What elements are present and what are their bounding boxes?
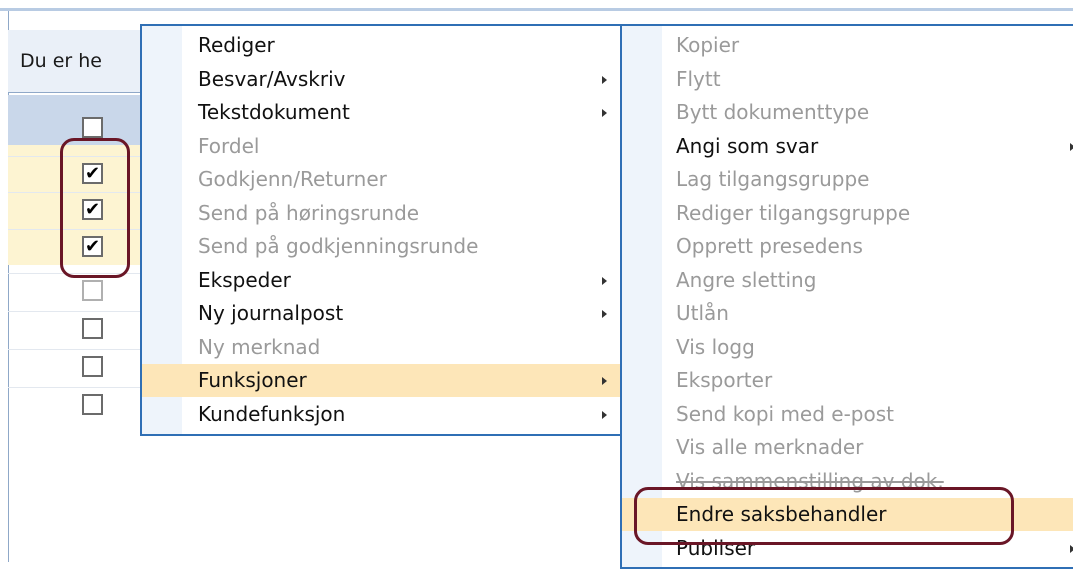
menu-item-label: Ny journalpost [198, 301, 344, 325]
menu-item-ny-journalpost[interactable]: Ny journalpost [142, 297, 623, 330]
menu-item-label: Tekstdokument [198, 100, 350, 124]
submenu-item-flytt[interactable]: Flytt [622, 63, 1073, 96]
submenu-item-angi-som-svar[interactable]: Angi som svar [622, 130, 1073, 163]
submenu-item-endre-saksbehandler[interactable]: Endre saksbehandler [622, 498, 1073, 531]
menu-item-funksjoner[interactable]: Funksjoner [142, 364, 623, 397]
window-top-strip [0, 0, 1073, 8]
menu-item-label: Godkjenn/Returner [198, 167, 387, 191]
submenu-item-vis-sammenstilling-av-dok[interactable]: Vis sammenstilling av dok. [622, 465, 1073, 498]
breadcrumb-text: Du er he [20, 50, 102, 72]
submenu-arrow-icon [602, 276, 607, 285]
menu-item-label: Kopier [676, 33, 740, 57]
row-divider [8, 273, 148, 274]
row-divider [8, 311, 148, 312]
row-checkbox[interactable] [82, 280, 103, 301]
row-checkbox[interactable] [82, 356, 103, 377]
menu-item-label: Flytt [676, 66, 721, 91]
row-checkbox[interactable] [82, 236, 103, 257]
submenu-item-rediger-tilgangsgruppe[interactable]: Rediger tilgangsgruppe [622, 197, 1073, 230]
menu-item-fordel[interactable]: Fordel [142, 130, 623, 163]
menu-item-kundefunksjon[interactable]: Kundefunksjon [142, 398, 623, 431]
submenu-arrow-icon [602, 75, 607, 84]
menu-item-label: Send kopi med e-post [676, 401, 894, 426]
submenu-item-bytt-dokumenttype[interactable]: Bytt dokumenttype [622, 96, 1073, 129]
menu-item-label: Fordel [198, 133, 260, 158]
menu-item-label: Funksjoner [198, 368, 307, 392]
menu-item-label: Rediger tilgangsgruppe [676, 200, 911, 225]
menu-item-label: Lag tilgangsgruppe [676, 167, 870, 191]
submenu-item-publiser[interactable]: Publiser [622, 532, 1073, 565]
row-divider [8, 229, 148, 230]
submenu-item-vis-logg[interactable]: Vis logg [622, 331, 1073, 364]
selected-rows-band [8, 145, 148, 265]
row-checkbox[interactable] [82, 117, 103, 138]
menu-item-label: Kundefunksjon [198, 401, 346, 426]
submenu-item-utl-n[interactable]: Utlån [622, 297, 1073, 330]
menu-item-label: Publiser [676, 535, 756, 560]
row-checkbox[interactable] [82, 394, 103, 415]
menu-item-label: Besvar/Avskriv [198, 66, 346, 91]
row-checkbox[interactable] [82, 163, 103, 184]
submenu-arrow-icon [602, 377, 607, 385]
menu-item-label: Send på godkjenningsrunde [198, 234, 479, 258]
submenu-item-opprett-presedens[interactable]: Opprett presedens [622, 230, 1073, 263]
menu-item-label: Ny merknad [198, 334, 321, 359]
menu-item-label: Send på høringsrunde [198, 200, 420, 225]
submenu-item-angre-sletting[interactable]: Angre sletting [622, 264, 1073, 297]
row-checkbox[interactable] [82, 199, 103, 220]
menu-item-besvar-avskriv[interactable]: Besvar/Avskriv [142, 63, 623, 96]
menu-item-label: Vis logg [676, 334, 755, 359]
menu-item-ekspeder[interactable]: Ekspeder [142, 264, 623, 297]
menu-item-ny-merknad[interactable]: Ny merknad [142, 331, 623, 364]
menu-item-label: Angi som svar [676, 133, 819, 158]
menu-item-label: Ekspeder [198, 267, 291, 292]
menu-item-label: Opprett presedens [676, 234, 863, 258]
row-divider [8, 192, 148, 193]
submenu-item-eksporter[interactable]: Eksporter [622, 364, 1073, 397]
menu-item-label: Bytt dokumenttype [676, 100, 870, 124]
menu-item-label: Rediger [198, 33, 275, 57]
submenu-arrow-icon [602, 109, 607, 117]
submenu-item-kopier[interactable]: Kopier [622, 29, 1073, 62]
menu-item-label: Vis alle merknader [676, 435, 864, 459]
submenu-item-vis-alle-merknader[interactable]: Vis alle merknader [622, 431, 1073, 464]
row-divider [8, 387, 148, 388]
funksjoner-submenu: Kopier Flytt Bytt dokumenttype Angi som sva… [620, 24, 1073, 569]
row-divider [8, 156, 148, 157]
list-left-border [8, 11, 9, 562]
submenu-arrow-icon [602, 310, 607, 318]
menu-item-label: Angre sletting [676, 267, 817, 292]
row-divider [8, 349, 148, 350]
menu-item-send-p-godkjenningsrunde[interactable]: Send på godkjenningsrunde [142, 230, 623, 263]
menu-item-godkjenn-returner[interactable]: Godkjenn/Returner [142, 163, 623, 196]
row-checkbox[interactable] [82, 318, 103, 339]
menu-item-label: Eksporter [676, 368, 773, 392]
menu-item-label: Endre saksbehandler [676, 502, 887, 526]
submenu-item-lag-tilgangsgruppe[interactable]: Lag tilgangsgruppe [622, 163, 1073, 196]
submenu-item-send-kopi-med-e-post[interactable]: Send kopi med e-post [622, 398, 1073, 431]
menu-item-tekstdokument[interactable]: Tekstdokument [142, 96, 623, 129]
list-header-row [8, 95, 148, 145]
menu-item-label: Vis sammenstilling av dok. [676, 468, 944, 493]
menu-item-send-p-h-ringsrunde[interactable]: Send på høringsrunde [142, 197, 623, 230]
menu-item-label: Utlån [676, 301, 729, 325]
context-menu: Rediger Besvar/Avskriv Tekstdokument Fordel… [140, 24, 625, 436]
menu-item-rediger[interactable]: Rediger [142, 29, 623, 62]
submenu-arrow-icon [602, 410, 607, 419]
